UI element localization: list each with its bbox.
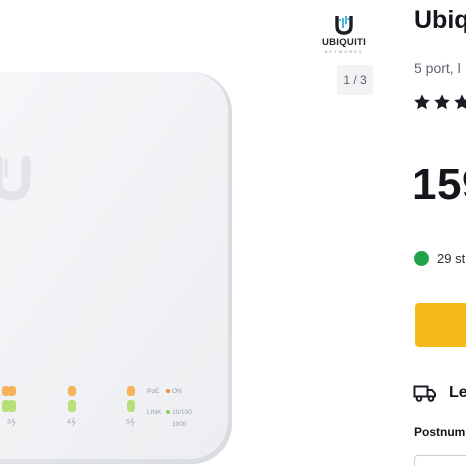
image-pager[interactable]: 1 / 3 (337, 65, 373, 95)
brand-name: UBIQUITI (321, 37, 367, 48)
led-legend-link: LINK (147, 409, 162, 416)
thumbnail-brand-logo[interactable]: UBIQUITI NETWORKS (316, 14, 372, 58)
switch-face (0, 72, 228, 459)
port-label-4: 4 (67, 419, 71, 426)
truck-icon (413, 385, 436, 402)
led-legend-poe: PoE (147, 388, 160, 395)
led-legend-on: ON (172, 388, 182, 395)
product-main-image[interactable]: 3 4 5 PoE ON LINK 10/100 1000 (0, 72, 232, 464)
product-subtitle: 5 port, l (414, 60, 461, 76)
in-stock-indicator-icon (414, 251, 429, 266)
product-page: 3 4 5 PoE ON LINK 10/100 1000 UBIQUITI N… (0, 0, 466, 466)
star-icon (434, 94, 450, 110)
stock-status: 29 st (437, 251, 466, 266)
star-icon (454, 94, 466, 110)
delivery-heading: Le (449, 384, 466, 401)
star-icon (414, 94, 430, 110)
product-title: Ubiq (414, 6, 466, 34)
led-legend-speed1: 10/100 (172, 409, 192, 416)
product-price: 159 (412, 160, 466, 209)
add-to-cart-button[interactable] (415, 303, 466, 347)
port-label-3: 3 (7, 419, 11, 426)
port-label-5: 5 (126, 419, 130, 426)
link-led-dot (166, 410, 170, 414)
postal-code-label: Postnum (414, 425, 466, 439)
rating-stars[interactable] (413, 93, 466, 117)
brand-subtext: NETWORKS (324, 49, 364, 54)
poe-led-dot (166, 389, 170, 393)
led-legend-speed2: 1000 (172, 421, 187, 428)
ubiquiti-logo-icon (335, 16, 353, 35)
postal-code-input[interactable] (414, 455, 466, 466)
